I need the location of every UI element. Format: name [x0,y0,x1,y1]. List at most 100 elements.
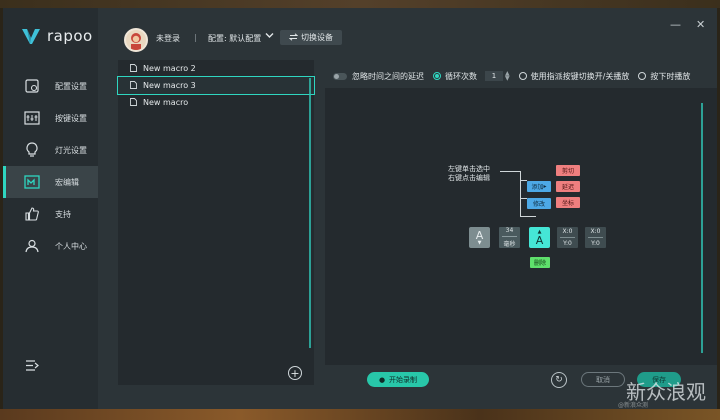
coord-y: Y:0 [591,240,600,247]
app-window: rapoo 配置设置 按键设置 灯光设置 宏编辑 支持 个人中心 未登录 | 配… [3,8,717,409]
keys-icon [23,109,41,127]
avatar[interactable] [124,28,148,52]
coord-divider [588,237,603,238]
macro-name: New macro [143,98,189,107]
record-label: 开始录制 [389,375,418,384]
brand-logo: rapoo [21,26,93,46]
sidebar-nav: 配置设置 按键设置 灯光设置 宏编辑 支持 个人中心 [3,70,98,262]
list-item-selected[interactable]: New macro 3 [117,76,315,95]
add-tag: 添加 ▸ [527,181,551,192]
document-icon [130,63,137,74]
desk-background-top [0,0,720,8]
ignore-delay-label: 忽略时间之间的延迟 [352,71,424,81]
swap-icon [288,32,299,43]
list-item[interactable]: New macro [118,94,314,111]
hold-play-radio[interactable] [638,72,647,80]
sidebar-item-label: 支持 [55,209,71,219]
add-macro-button[interactable]: + [288,366,302,380]
hint-connector [520,180,527,181]
sidebar-item-profile[interactable]: 个人中心 [3,230,98,262]
config-selector[interactable]: 配置: 默认配置 [208,33,261,44]
brand-name: rapoo [47,27,93,45]
toggle-play-label: 使用指派按键切换开/关播放 [530,71,630,81]
coordinate-block: X:0 Y:0 [585,227,606,248]
edit-hint: 左键单击选中 右键点击编辑 [448,165,490,183]
loop-count-label: 循环次数 [445,71,477,81]
delete-tag: 删除 [530,257,550,268]
refresh-icon[interactable]: ↻ [551,372,567,388]
coord-divider [560,237,575,238]
list-item[interactable]: New macro 2 [118,60,314,77]
user-icon [23,237,41,255]
switch-device-button[interactable]: 切换设备 [280,30,342,45]
delay-tag: 延迟 [556,181,580,192]
desk-background-bottom [0,409,720,420]
login-status[interactable]: 未登录 [156,33,180,44]
start-record-button[interactable]: ● 开始录制 [367,372,429,387]
key-label: A [535,233,544,247]
macro-editor-canvas[interactable] [325,88,717,365]
sidebar-item-label: 按键设置 [55,113,87,123]
hint-connector [520,171,521,216]
menu-collapse-icon[interactable] [25,360,39,373]
watermark-caption: @新浪众测 [618,402,649,409]
loop-count-input[interactable]: 1 [485,71,503,81]
sidebar-item-label: 灯光设置 [55,145,87,155]
delay-block: 34 毫秒 [499,227,520,248]
macro-icon [23,173,41,191]
document-icon [130,80,137,91]
delay-divider [502,236,517,237]
coordinate-tag: 坐标 [556,197,580,208]
modify-tag: 修改 [527,198,551,209]
ignore-delay-toggle[interactable] [333,72,347,80]
thumbs-up-icon [23,205,41,223]
sidebar-item-label: 个人中心 [55,241,87,251]
minimize-icon[interactable]: — [670,18,681,31]
hold-play-label: 按下时播放 [650,71,691,81]
sidebar-item-keys[interactable]: 按键设置 [3,102,98,134]
sidebar: rapoo 配置设置 按键设置 灯光设置 宏编辑 支持 个人中心 [3,8,98,409]
top-bar: 未登录 | 配置: 默认配置 切换设备 — ✕ [98,8,717,58]
document-icon [130,97,137,108]
add-tag-label: 添加 [531,184,544,191]
hint-connector [520,216,536,217]
bulb-icon [23,141,41,159]
delay-value: 34 [505,227,514,234]
sidebar-item-macro[interactable]: 宏编辑 [3,166,98,198]
close-icon[interactable]: ✕ [696,18,705,31]
toggle-play-radio[interactable] [518,72,527,80]
hint-line-2: 右键点击编辑 [448,174,490,182]
sidebar-item-label: 宏编辑 [55,177,79,187]
chevron-down-icon[interactable] [265,32,274,41]
playback-options: 忽略时间之间的延迟 循环次数 1 ▲ ▼ 使用指派按键切换开/关播放 按下时播放 [325,65,717,87]
macro-name: New macro 2 [143,64,196,73]
loop-count-stepper[interactable]: ▲ ▼ [505,71,510,82]
config-icon [23,77,41,95]
arrow-down-icon: ▼ [477,239,482,246]
sidebar-item-config[interactable]: 配置设置 [3,70,98,102]
coordinate-block: X:0 Y:0 [557,227,578,248]
macro-list: New macro 2 New macro 3 New macro [117,60,315,385]
coord-y: Y:0 [563,240,572,247]
key-label: A [475,228,484,242]
switch-device-label: 切换设备 [301,33,333,42]
rapoo-logo-icon [22,29,40,44]
delay-unit: 毫秒 [503,241,516,248]
hint-connector [520,198,527,199]
editor-scrollbar[interactable] [701,103,703,353]
macro-name: New macro 3 [143,81,196,90]
key-a-release: A ▼ [469,227,490,248]
sidebar-item-lighting[interactable]: 灯光设置 [3,134,98,166]
cut-tag: 剪切 [556,165,580,176]
coord-x: X:0 [562,228,573,235]
top-separator: | [194,33,197,42]
loop-count-radio[interactable] [433,72,441,80]
hint-connector [500,171,520,172]
sidebar-item-support[interactable]: 支持 [3,198,98,230]
record-dot-icon: ● [378,375,386,384]
macro-list-scrollbar[interactable] [309,78,311,348]
cancel-button[interactable]: 取消 [581,372,625,387]
hint-line-1: 左键单击选中 [448,165,490,173]
sidebar-item-label: 配置设置 [55,81,87,91]
coord-x: X:0 [590,228,601,235]
